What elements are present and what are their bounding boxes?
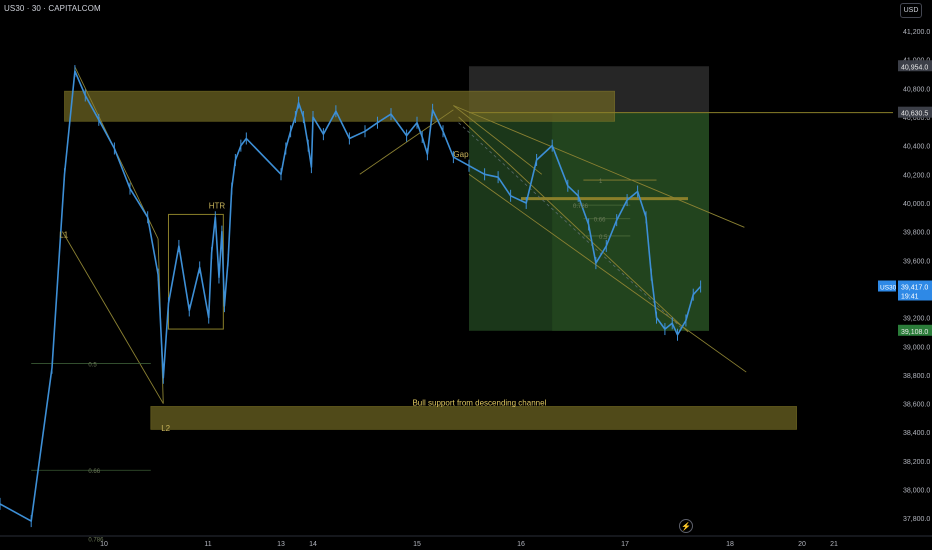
fib-label: 0.5 (88, 362, 97, 368)
x-tick-label: 21 (830, 541, 838, 548)
x-tick-label: 11 (204, 541, 211, 548)
x-tick-label: 14 (309, 541, 317, 548)
countdown-label: 19:41 (901, 294, 919, 301)
price-chart[interactable]: L1 L2 HTR Gap Bull support from descending c… (0, 0, 932, 550)
x-tick-label: 10 (100, 541, 108, 548)
fib-label: 0.66 (88, 469, 100, 475)
lightning-icon[interactable]: ⚡ (679, 519, 693, 533)
level-tag-label: 40,630.5 (901, 111, 928, 118)
y-tick-label: 38,000.0 (903, 488, 930, 495)
y-tick-label: 40,800.0 (903, 86, 930, 93)
fib-label: 0.5 (599, 235, 608, 241)
y-tick-label: 39,800.0 (903, 230, 930, 237)
y-tick-label: 37,800.0 (903, 516, 930, 523)
y-tick-label: 39,600.0 (903, 258, 930, 265)
y-tick-label: 39,200.0 (903, 316, 930, 323)
fib-label: 0.66 (594, 218, 606, 224)
level-tag-label: 40,954.0 (901, 64, 928, 71)
zone-htr-box (167, 213, 224, 330)
x-tick-label: 20 (798, 541, 806, 548)
annotation-label: L1 (59, 230, 68, 239)
x-tick-label: 16 (517, 541, 525, 548)
x-tick-label: 17 (621, 541, 629, 548)
y-tick-label: 38,200.0 (903, 459, 930, 466)
fib-label: 0.786 (573, 204, 589, 210)
y-tick-label: 41,200.0 (903, 29, 930, 36)
y-tick-label: 38,800.0 (903, 373, 930, 380)
y-tick-label: 38,600.0 (903, 402, 930, 409)
y-tick-label: 40,000.0 (903, 201, 930, 208)
currency-button[interactable]: USD (900, 3, 922, 18)
x-tick-label: 18 (726, 541, 734, 548)
zone-support (150, 406, 797, 430)
target-zone-active (552, 112, 709, 331)
y-tick-label: 38,400.0 (903, 430, 930, 437)
x-tick-label: 13 (277, 541, 285, 548)
x-tick-label: 15 (413, 541, 421, 548)
annotation-label: Bull support from descending channel (412, 399, 546, 408)
y-tick-label: 40,400.0 (903, 144, 930, 151)
y-tick-label: 40,200.0 (903, 172, 930, 179)
level-tag-label: 39,108.0 (901, 329, 928, 336)
annotation-label: Gap (453, 150, 469, 159)
current-price-label: 39,417.0 (901, 285, 928, 292)
trend-line (62, 231, 164, 404)
annotation-label: HTR (209, 202, 226, 211)
symbol-header: US30 · 30 · CAPITALCOM (4, 4, 101, 13)
annotation-label: L2 (161, 424, 170, 433)
y-tick-label: 39,000.0 (903, 344, 930, 351)
symbol-tag-label: US30 (880, 285, 897, 292)
